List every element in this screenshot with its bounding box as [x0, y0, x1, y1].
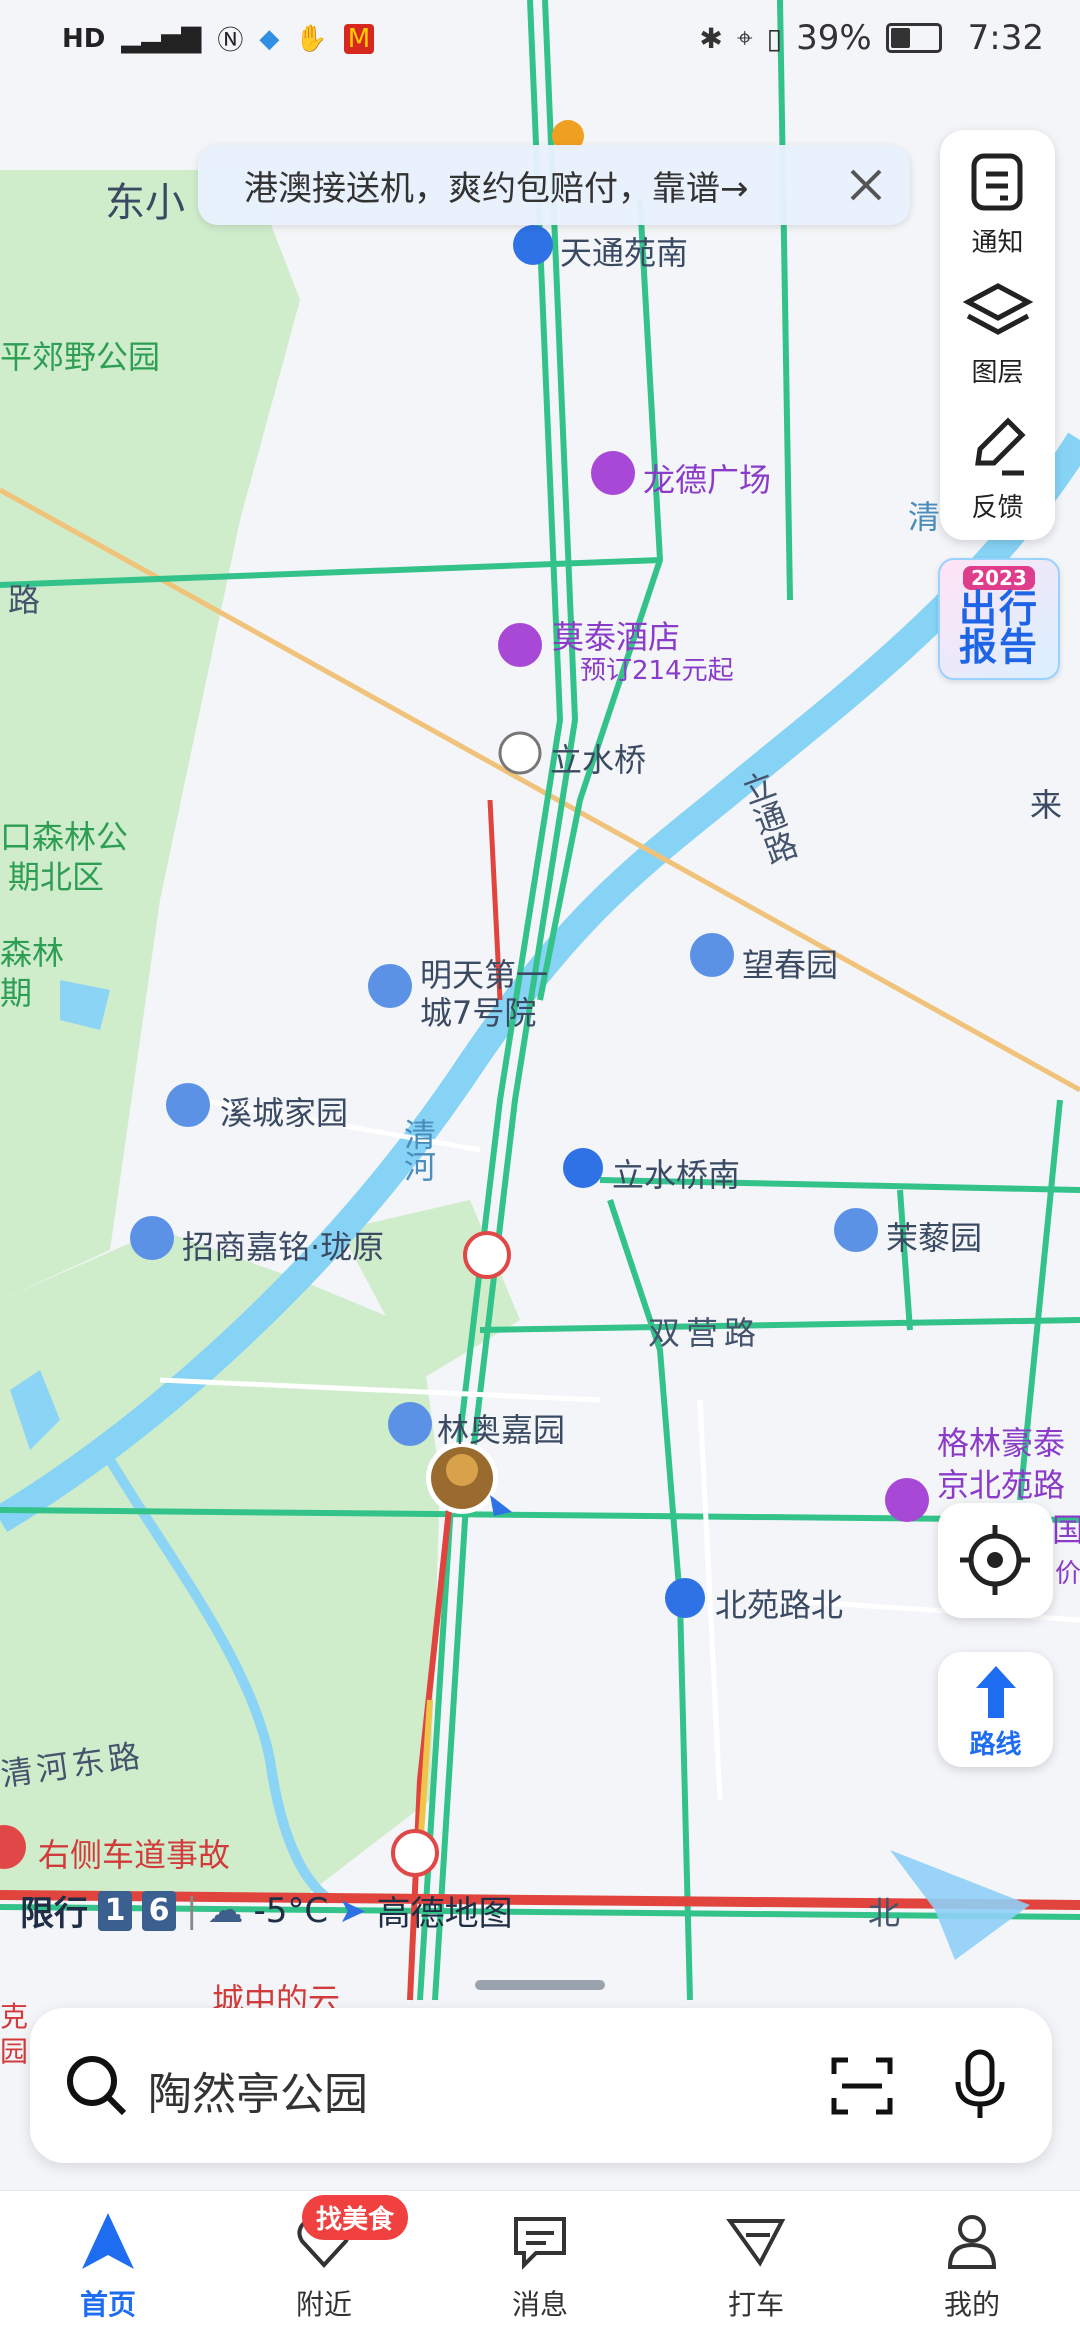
- map-label-park: 平郊野公园: [0, 338, 161, 376]
- map-label: 克: [0, 2000, 29, 2033]
- tab-profile[interactable]: 我的: [902, 2211, 1042, 2323]
- tab-nearby-label: 附近: [295, 2288, 352, 2321]
- map-label-hotel-3: 国: [1052, 1511, 1080, 1549]
- map-label: 园: [0, 2035, 29, 2068]
- bottom-nav: 首页 附近 消息 打车 我的: [0, 2190, 1080, 2341]
- search-input[interactable]: 陶然亭公园: [148, 2058, 368, 2122]
- info-line: 限行 1 6 | ☁ -5°C ➤ 高德地图: [20, 1886, 513, 1935]
- map-label-residential[interactable]: 溪城家园: [220, 1088, 348, 1134]
- layers-icon: [962, 283, 1033, 335]
- signal-icon: ▂▃▅▇: [121, 23, 202, 54]
- layers-button[interactable]: 图层: [940, 280, 1055, 389]
- map-label-road: 路: [8, 581, 41, 619]
- map-label-residential[interactable]: 招商嘉铭·珑原: [182, 1222, 384, 1268]
- report-title-2: 报告: [958, 625, 1039, 669]
- gas-station-icon: [463, 1231, 511, 1279]
- tab-taxi[interactable]: 打车: [686, 2211, 826, 2323]
- restriction-plate-2: 6: [142, 1890, 176, 1931]
- clock: 7:32: [967, 18, 1044, 58]
- notify-button[interactable]: 通知: [940, 150, 1055, 259]
- map-label-interchange[interactable]: 立水桥: [550, 735, 646, 781]
- tab-messages[interactable]: 消息: [470, 2211, 610, 2323]
- map-label-river: 清河: [399, 1118, 437, 1182]
- message-icon: [514, 2217, 566, 2270]
- edit-icon: [974, 417, 1026, 476]
- bluetooth-icon: ✱: [699, 21, 723, 55]
- weather-icon: ☁: [207, 1890, 244, 1931]
- promo-banner-text[interactable]: 港澳接送机，爽约包赔付，靠谱→: [244, 161, 749, 210]
- map-label-park: 期: [0, 974, 33, 1012]
- notify-label: 通知: [971, 228, 1024, 258]
- map-toolbar: 通知 图层 反馈: [940, 130, 1055, 540]
- map-label-residential[interactable]: 茉藜园: [886, 1213, 982, 1259]
- sheet-handle[interactable]: [475, 1980, 605, 1990]
- battery-percent: 39%: [796, 18, 872, 58]
- locate-button[interactable]: [938, 1503, 1053, 1618]
- amap-logo-icon: ➤: [338, 1890, 367, 1931]
- route-button[interactable]: 路线: [938, 1652, 1053, 1767]
- map-label-hotel-price[interactable]: 预订214元起: [580, 650, 734, 687]
- map-label-accident[interactable]: 右侧车道事故: [38, 1830, 230, 1876]
- status-right-icons: ✱ ⌖ ▯ 39% 7:32: [699, 18, 1044, 58]
- user-icon: [947, 2215, 997, 2269]
- tab-profile-label: 我的: [943, 2288, 1000, 2321]
- map-label-hotel-4: 价: [1055, 1559, 1080, 1589]
- park-area-south: [0, 1230, 440, 1900]
- brand-label: 高德地图: [376, 1894, 513, 1934]
- nfc-icon: Ⓝ: [217, 26, 244, 56]
- map-label-road: 双营路: [648, 1314, 763, 1352]
- gas-station-icon: [391, 1829, 439, 1877]
- status-bar: HD ▂▃▅▇ Ⓝ ◆ ✋ M ✱ ⌖ ▯ 39% 7:32: [0, 0, 1080, 80]
- tab-home-label: 首页: [79, 2288, 136, 2321]
- map-label-metro[interactable]: 北苑路北: [715, 1580, 843, 1626]
- map-label: 来: [1030, 786, 1063, 824]
- app-icon: ◆: [259, 23, 280, 54]
- tab-taxi-label: 打车: [727, 2288, 784, 2321]
- map-label-residential[interactable]: 望春园: [742, 940, 838, 986]
- taxi-icon: [726, 2219, 786, 2267]
- home-arrow-icon: [82, 2213, 134, 2269]
- feedback-label: 反馈: [971, 493, 1024, 523]
- notification-icon: [971, 153, 1022, 211]
- map-label-hotel-2[interactable]: 京北苑路: [937, 1460, 1065, 1506]
- route-arrow-icon: [975, 1666, 1016, 1718]
- tab-home[interactable]: 首页: [38, 2211, 178, 2323]
- search-icon: [67, 2056, 127, 2116]
- mcdonalds-icon: M: [343, 23, 375, 54]
- route-label: 路线: [969, 1730, 1022, 1760]
- tab-messages-label: 消息: [511, 2288, 568, 2321]
- scan-icon[interactable]: [830, 2054, 894, 2118]
- map-label-poi[interactable]: 龙德广场: [643, 455, 771, 501]
- map-label-road: 北: [868, 1894, 901, 1932]
- map-label: 东小: [105, 180, 185, 226]
- map-label-metro[interactable]: 立水桥南: [612, 1150, 740, 1196]
- map-label-hotel[interactable]: 格林豪泰: [937, 1418, 1065, 1464]
- interchange-icon: [498, 731, 542, 775]
- restriction-label[interactable]: 限行: [20, 1886, 88, 1935]
- map-label-park: 期北区: [8, 858, 105, 896]
- travel-report-badge[interactable]: 2023 出行 报告: [938, 558, 1060, 680]
- map-label-residential[interactable]: 林奥嘉园: [437, 1405, 565, 1451]
- map-label-river: 清: [908, 498, 941, 536]
- status-left-icons: HD ▂▃▅▇ Ⓝ ◆ ✋ M: [62, 20, 375, 57]
- divider: |: [186, 1890, 198, 1931]
- temperature[interactable]: -5°C: [253, 1891, 328, 1931]
- battery-icon: [885, 23, 942, 53]
- report-title-1: 出行: [958, 587, 1039, 631]
- layers-label: 图层: [971, 358, 1024, 388]
- vibrate-icon: ▯: [766, 21, 783, 55]
- hd-icon: HD: [62, 23, 106, 54]
- search-bar[interactable]: 陶然亭公园: [30, 2008, 1052, 2163]
- microphone-icon[interactable]: [950, 2048, 1010, 2122]
- location-icon: ⌖: [736, 21, 753, 54]
- hand-icon: ✋: [295, 23, 328, 54]
- map-label-residential-2[interactable]: 城7号院: [420, 988, 536, 1034]
- food-badge[interactable]: 找美食: [302, 2195, 409, 2240]
- feedback-button[interactable]: 反馈: [940, 415, 1055, 524]
- close-icon[interactable]: [844, 163, 888, 207]
- promo-banner[interactable]: 港澳接送机，爽约包赔付，靠谱→: [198, 145, 910, 225]
- crosshair-icon: [960, 1525, 1030, 1595]
- restriction-plate-1: 1: [98, 1890, 132, 1931]
- map-label-metro[interactable]: 天通苑南: [560, 228, 688, 274]
